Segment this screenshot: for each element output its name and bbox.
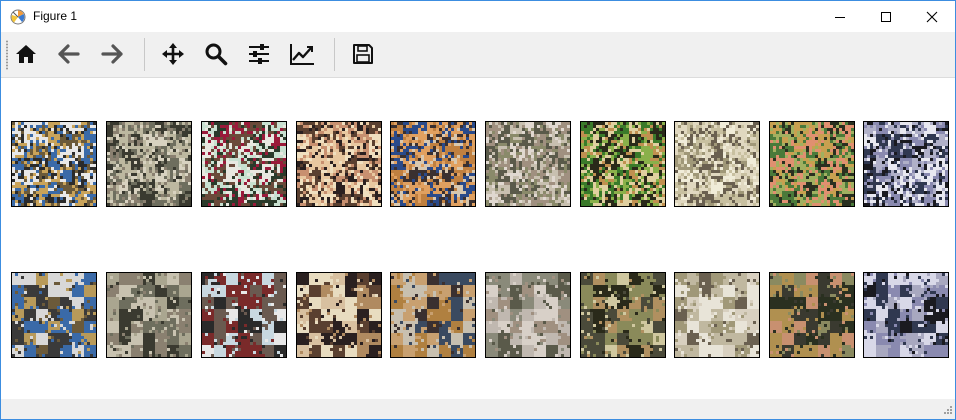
noisy-image (769, 121, 855, 207)
back-button[interactable] (52, 37, 86, 71)
denoised-image (674, 272, 760, 358)
noisy-image (390, 121, 476, 207)
noisy-image (11, 121, 97, 207)
noisy-image (485, 121, 571, 207)
zoom-magnifier-icon (205, 43, 228, 66)
minimize-button[interactable] (817, 1, 863, 32)
home-button[interactable] (9, 37, 43, 71)
pan-move-icon (162, 43, 184, 65)
maximize-icon (881, 11, 891, 22)
navigation-toolbar (1, 32, 955, 78)
noisy-image (674, 121, 760, 207)
home-icon (16, 45, 36, 63)
denoised-image (769, 272, 855, 358)
close-icon (926, 11, 938, 22)
minimize-icon (835, 16, 845, 18)
noisy-image (580, 121, 666, 207)
title-bar[interactable]: Figure 1 (1, 1, 955, 32)
figure-window: Figure 1 (0, 0, 956, 420)
denoised-image (863, 272, 949, 358)
figure-canvas[interactable] (1, 78, 955, 399)
back-arrow-icon (58, 44, 80, 64)
denoised-image (390, 272, 476, 358)
noisy-image (106, 121, 192, 207)
configure-subplots-icon (249, 44, 269, 64)
toolbar-separator (334, 38, 335, 71)
forward-arrow-icon (101, 44, 123, 64)
save-button[interactable] (346, 37, 380, 71)
denoised-image (106, 272, 192, 358)
close-button[interactable] (909, 1, 955, 32)
denoised-image (201, 272, 287, 358)
toolbar-separator (144, 38, 145, 71)
zoom-button[interactable] (199, 37, 233, 71)
noisy-image (296, 121, 382, 207)
pan-button[interactable] (156, 37, 190, 71)
denoised-image (11, 272, 97, 358)
edit-axis-button[interactable] (285, 37, 319, 71)
maximize-button[interactable] (863, 1, 909, 32)
denoised-image (296, 272, 382, 358)
noisy-image (201, 121, 287, 207)
toolbar-grip[interactable] (6, 40, 8, 70)
denoised-image (580, 272, 666, 358)
window-title: Figure 1 (33, 9, 78, 23)
status-bar (1, 399, 955, 419)
noisy-image (863, 121, 949, 207)
resize-grip-icon[interactable] (941, 405, 953, 417)
forward-button[interactable] (95, 37, 129, 71)
configure-subplots-button[interactable] (242, 37, 276, 71)
edit-axis-curve-icon (290, 44, 314, 65)
denoised-image (485, 272, 571, 358)
save-floppy-icon (353, 44, 373, 64)
matplotlib-app-icon (10, 9, 26, 25)
